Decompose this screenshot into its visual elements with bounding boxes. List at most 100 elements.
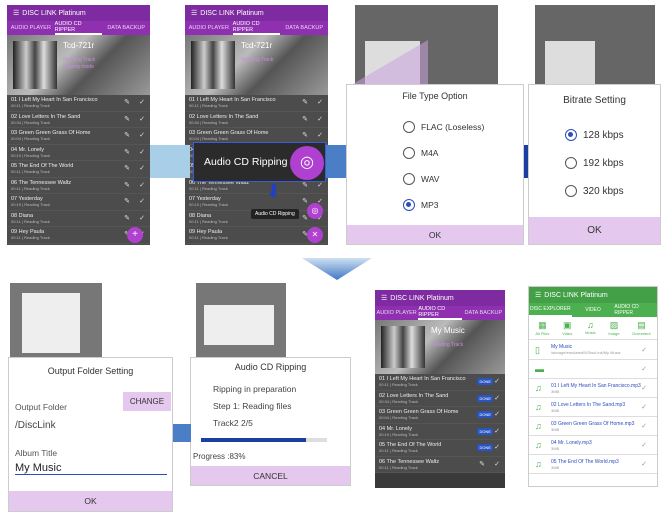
album-title-input[interactable]: My Music [15,462,167,475]
check-icon[interactable]: ✓ [494,394,500,402]
ripping-cd-icon[interactable]: ◎ [290,146,324,180]
file-type-ok-button[interactable]: OK [347,225,523,244]
tab-disc-explorer[interactable]: DISC EXPLORER [529,303,572,317]
up-folder-row[interactable]: ▬ ✓ [529,360,657,379]
tab-data-backup[interactable]: DATA BACKUP [280,21,328,35]
track-row[interactable]: 04 Mr. Lonely00:19 | Reading Track✎✓ [7,144,150,161]
track-row[interactable]: 05 The End Of The World00:11 | Reading T… [7,161,150,178]
track-row[interactable]: 06 The Tennessee Waltz 00:11 | Reading Tr… [375,456,505,473]
radio-icon[interactable] [565,157,577,169]
track-row[interactable]: 07 Yesterday 00:19 | Reading Track ✎ ✓ [7,194,150,211]
track-row[interactable]: 03 Green Green Grass Of Home 00:04 | Read… [7,128,150,145]
cancel-button[interactable]: CANCEL [191,466,350,485]
edit-icon[interactable]: ✎ [124,214,130,222]
rip-small-button[interactable]: ◎ [307,203,323,219]
tab-video[interactable]: VIDEO [572,303,615,317]
radio-icon[interactable] [565,129,577,141]
tab-audio-player[interactable]: AUDIO PLAYER [7,21,55,35]
radio-option[interactable]: FLAC (Loseless) [403,121,484,133]
file-row[interactable]: ♫ 05 The End Of The World.mp3 3MB ✓ [529,455,657,474]
check-icon[interactable]: ✓ [641,346,647,354]
check-icon[interactable]: ✓ [139,214,145,222]
track-row[interactable]: 02 Love Letters In The Sand 00:34 | Readi… [375,390,505,407]
change-button[interactable]: CHANGE [123,392,171,411]
edit-icon[interactable]: ✎ [124,115,130,123]
check-icon[interactable]: ✓ [317,115,323,123]
edit-icon[interactable]: ✎ [124,148,130,156]
edit-icon[interactable]: ✎ [302,197,308,205]
track-row[interactable]: 05 The End Of The World00:11 | Reading T… [375,440,505,457]
bitrate-ok-button[interactable]: OK [529,217,660,244]
radio-icon[interactable] [565,185,577,197]
check-icon[interactable]: ✓ [139,197,145,205]
check-icon[interactable]: ✓ [494,410,500,418]
radio-option[interactable]: 320 kbps [565,185,624,197]
check-icon[interactable]: ✓ [641,441,647,449]
tab-audio-cd-ripper[interactable]: AUDIO CD RIPPER [54,21,103,35]
track-row[interactable]: 06 The Tennessee Waltz 00:11 | Reading Tr… [7,177,150,194]
check-icon[interactable]: ✓ [139,115,145,123]
check-icon[interactable]: ✓ [494,377,500,385]
check-icon[interactable]: ✓ [641,422,647,430]
add-button[interactable]: + [127,227,143,243]
file-row[interactable]: ♫ 02 Love Letters In The Sand.mp3 3MB ✓ [529,398,657,417]
menu-icon[interactable]: ☰ [191,9,197,17]
check-icon[interactable]: ✓ [494,443,500,451]
edit-icon[interactable]: ✎ [124,164,130,172]
track-row[interactable]: 10 Blue Hawaii02:04 | Reading Track✎✓ [185,243,328,245]
track-row[interactable]: 10 Blue Hawaii02:04 | Reading Track✎✓ [7,243,150,245]
check-icon[interactable]: ✓ [641,460,647,468]
tab-audio-player[interactable]: AUDIO PLAYER [185,21,233,35]
menu-icon[interactable]: ☰ [381,294,387,302]
track-row[interactable]: 01 I Left My Heart In San Francisco 00:11… [7,95,150,112]
category-item[interactable]: ▤ Document [632,320,650,336]
category-item[interactable]: ▨ Image [608,320,619,336]
edit-icon[interactable]: ✎ [124,131,130,139]
check-icon[interactable]: ✓ [139,98,145,106]
edit-icon[interactable]: ✎ [124,197,130,205]
file-row[interactable]: ♫ 01 I Left My Heart In San Francisco.mp3… [529,379,657,398]
check-icon[interactable]: ✓ [139,181,145,189]
edit-icon[interactable]: ✎ [479,460,485,468]
file-row[interactable]: ♫ 03 Green Green Grass Of Home.mp3 3MB ✓ [529,417,657,436]
menu-icon[interactable]: ☰ [13,9,19,17]
radio-icon[interactable] [403,199,415,211]
check-icon[interactable]: ✓ [494,427,500,435]
tab-audio-player[interactable]: AUDIO PLAYER [375,306,418,320]
track-row[interactable]: 08 Diana 00:11 | Reading Track ✎ ✓ [7,210,150,227]
edit-icon[interactable]: ✎ [124,98,130,106]
folder-row[interactable]: ▯ My Music/storage/emulated/0/DiscLink/M… [529,340,657,360]
tab-data-backup[interactable]: DATA BACKUP [462,306,505,320]
radio-icon[interactable] [403,147,415,159]
check-icon[interactable]: ✓ [139,164,145,172]
radio-option[interactable]: WAV [403,173,484,185]
menu-icon[interactable]: ☰ [535,291,541,299]
edit-icon[interactable]: ✎ [302,115,308,123]
track-row[interactable]: 01 I Left My Heart In San Francisco 00:11… [375,374,505,391]
check-icon[interactable]: ✓ [494,460,500,468]
close-button[interactable]: ✕ [307,227,323,243]
radio-option[interactable]: 192 kbps [565,157,624,169]
check-icon[interactable]: ✓ [641,403,647,411]
audio-cd-ripping-popup[interactable]: Audio CD Ripping ◎ [193,142,326,182]
check-icon[interactable]: ✓ [317,98,323,106]
tab-audio-cd-ripper[interactable]: AUDIO CD RIPPER [232,21,281,35]
tab-audio-cd-ripper[interactable]: AUDIO CD RIPPER [418,306,462,320]
tab-audio-cd-ripper[interactable]: AUDIO CD RIPPER [614,303,657,317]
track-row[interactable]: 01 I Left My Heart In San Francisco 00:11… [185,95,328,112]
edit-icon[interactable]: ✎ [302,98,308,106]
category-item[interactable]: ♫ Music [585,320,595,336]
radio-icon[interactable] [403,173,415,185]
check-icon[interactable]: ✓ [641,384,647,392]
category-item[interactable]: ▦ All Files [535,320,549,336]
radio-option[interactable]: 128 kbps [565,129,624,141]
radio-icon[interactable] [403,121,415,133]
radio-option[interactable]: M4A [403,147,484,159]
track-row[interactable]: 02 Love Letters In The Sand 00:34 | Readi… [7,111,150,128]
check-icon[interactable]: ✓ [139,131,145,139]
check-icon[interactable]: ✓ [641,365,647,373]
check-icon[interactable]: ✓ [139,148,145,156]
file-row[interactable]: ♫ 04 Mr. Lonely.mp3 3MB ✓ [529,436,657,455]
tab-data-backup[interactable]: DATA BACKUP [102,21,150,35]
output-ok-button[interactable]: OK [9,491,172,511]
